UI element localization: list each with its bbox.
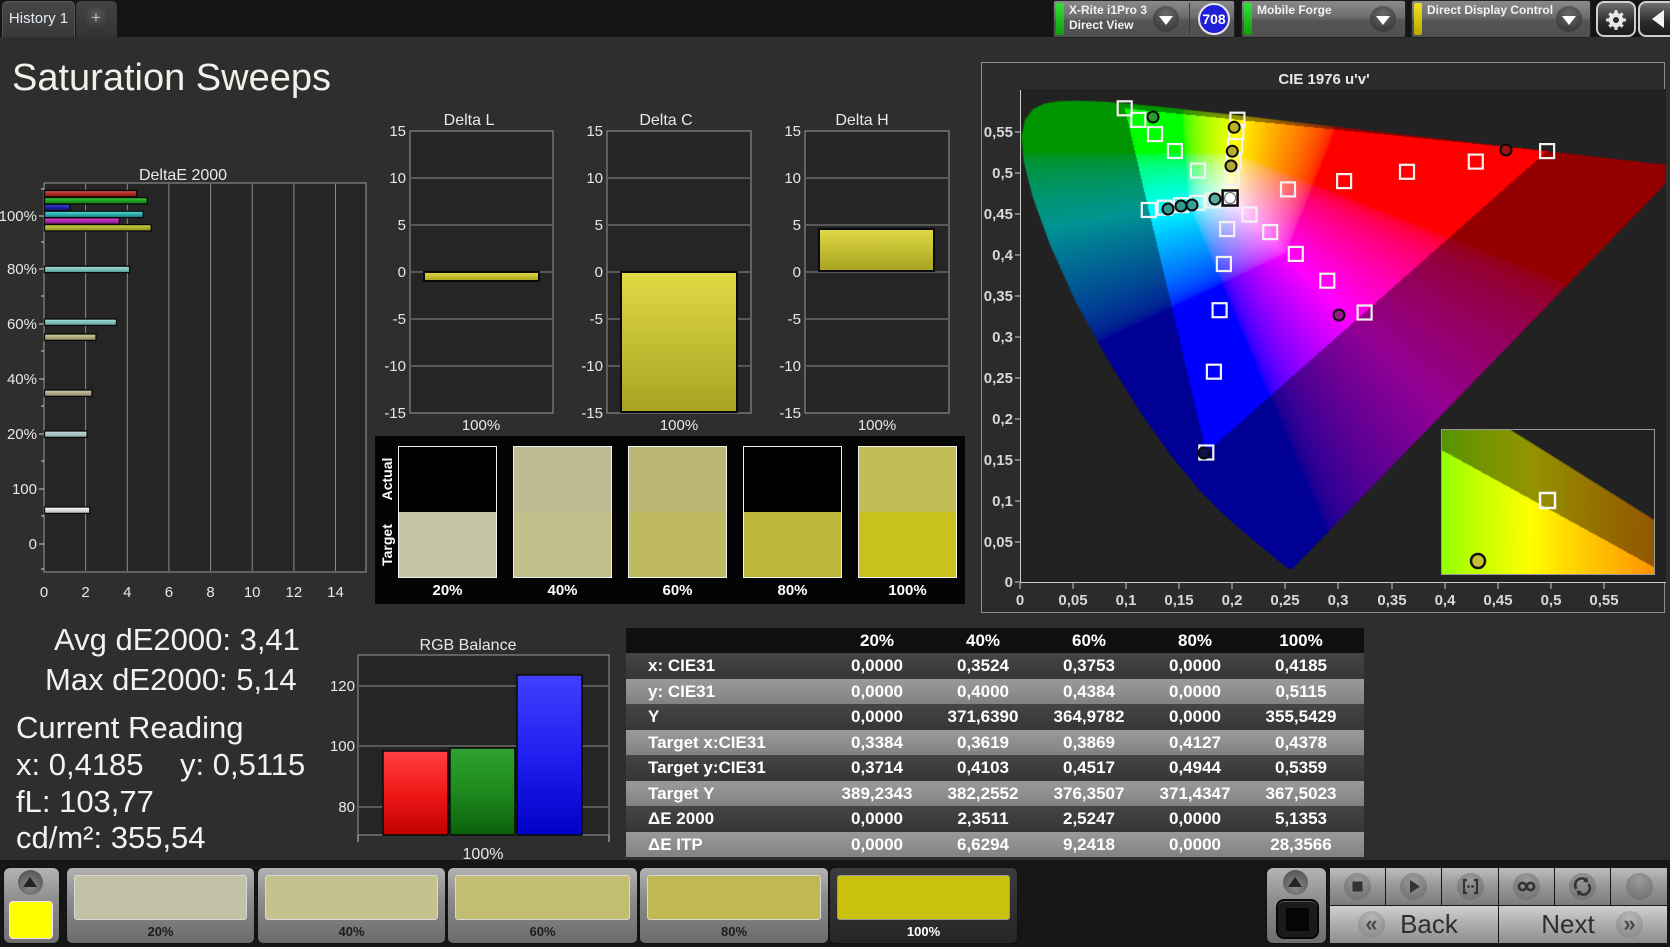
svg-text:5: 5 xyxy=(398,217,406,234)
svg-text:-10: -10 xyxy=(384,358,406,375)
svg-text:60%: 60% xyxy=(7,316,37,333)
svg-text:5: 5 xyxy=(595,217,603,234)
svg-text:0: 0 xyxy=(1005,574,1013,591)
svg-text:8: 8 xyxy=(206,584,214,601)
svg-text:0,45: 0,45 xyxy=(984,206,1013,223)
svg-text:0,2: 0,2 xyxy=(1222,592,1243,609)
svg-text:-10: -10 xyxy=(581,358,603,375)
svg-text:10: 10 xyxy=(244,584,261,601)
svg-text:RGB Balance: RGB Balance xyxy=(420,637,517,654)
svg-text:0,1: 0,1 xyxy=(1116,592,1137,609)
svg-text:0: 0 xyxy=(398,264,406,281)
svg-text:0,5: 0,5 xyxy=(992,165,1013,182)
svg-text:100%: 100% xyxy=(660,417,698,434)
svg-text:Target: Target xyxy=(379,524,395,566)
svg-text:0,15: 0,15 xyxy=(984,452,1013,469)
svg-text:-5: -5 xyxy=(590,311,603,328)
svg-text:0,35: 0,35 xyxy=(1377,592,1406,609)
svg-text:0,55: 0,55 xyxy=(1589,592,1618,609)
svg-text:0: 0 xyxy=(29,536,37,553)
svg-text:15: 15 xyxy=(784,123,801,140)
svg-text:0,15: 0,15 xyxy=(1164,592,1193,609)
svg-text:80: 80 xyxy=(338,799,355,816)
svg-text:100%: 100% xyxy=(0,208,37,225)
svg-text:0,35: 0,35 xyxy=(984,288,1013,305)
svg-text:0,2: 0,2 xyxy=(992,411,1013,428)
svg-text:2: 2 xyxy=(81,584,89,601)
svg-text:14: 14 xyxy=(327,584,344,601)
svg-text:100%: 100% xyxy=(462,417,500,434)
svg-text:0,3: 0,3 xyxy=(992,329,1013,346)
svg-text:0,05: 0,05 xyxy=(1058,592,1087,609)
svg-text:0: 0 xyxy=(595,264,603,281)
svg-text:-15: -15 xyxy=(384,405,406,422)
svg-text:0,25: 0,25 xyxy=(984,370,1013,387)
svg-text:100%: 100% xyxy=(858,417,896,434)
svg-text:Actual: Actual xyxy=(379,458,395,501)
svg-text:15: 15 xyxy=(586,123,603,140)
svg-text:-10: -10 xyxy=(779,358,801,375)
svg-text:0: 0 xyxy=(1016,592,1024,609)
svg-text:0,4: 0,4 xyxy=(992,247,1014,264)
svg-text:0,25: 0,25 xyxy=(1270,592,1299,609)
svg-text:20%: 20% xyxy=(7,426,37,443)
svg-text:-5: -5 xyxy=(788,311,801,328)
svg-text:100: 100 xyxy=(12,481,37,498)
svg-text:Delta C: Delta C xyxy=(639,112,692,129)
svg-text:0,45: 0,45 xyxy=(1483,592,1512,609)
svg-text:0,05: 0,05 xyxy=(984,534,1013,551)
svg-text:5: 5 xyxy=(793,217,801,234)
svg-text:-15: -15 xyxy=(581,405,603,422)
svg-text:0,1: 0,1 xyxy=(992,493,1013,510)
svg-text:4: 4 xyxy=(123,584,131,601)
svg-text:10: 10 xyxy=(784,170,801,187)
svg-text:DeltaE 2000: DeltaE 2000 xyxy=(139,167,227,184)
svg-text:100: 100 xyxy=(330,738,355,755)
svg-text:-5: -5 xyxy=(393,311,406,328)
svg-text:12: 12 xyxy=(286,584,303,601)
svg-text:6: 6 xyxy=(165,584,173,601)
svg-text:80%: 80% xyxy=(7,261,37,278)
svg-text:Delta L: Delta L xyxy=(444,112,495,129)
svg-text:0,4: 0,4 xyxy=(1435,592,1457,609)
svg-text:10: 10 xyxy=(389,170,406,187)
svg-text:0,5: 0,5 xyxy=(1541,592,1562,609)
svg-text:-15: -15 xyxy=(779,405,801,422)
svg-text:Delta H: Delta H xyxy=(835,112,888,129)
svg-text:40%: 40% xyxy=(7,371,37,388)
svg-text:10: 10 xyxy=(586,170,603,187)
svg-text:0: 0 xyxy=(793,264,801,281)
svg-text:15: 15 xyxy=(389,123,406,140)
svg-text:120: 120 xyxy=(330,678,355,695)
svg-text:0,3: 0,3 xyxy=(1328,592,1349,609)
svg-text:0,55: 0,55 xyxy=(984,124,1013,141)
svg-text:0: 0 xyxy=(40,584,48,601)
